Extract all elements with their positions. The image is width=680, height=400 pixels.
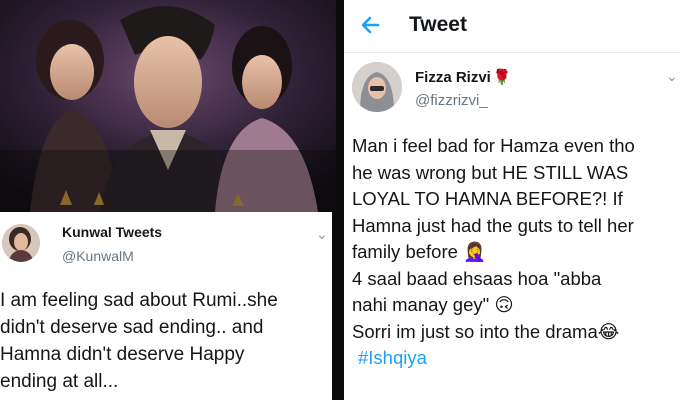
display-name-text: Fizza Rizvi bbox=[415, 69, 491, 86]
poster-illustration bbox=[0, 0, 336, 212]
page-title: Tweet bbox=[409, 13, 467, 36]
tweet-line: ending at all... bbox=[0, 371, 119, 392]
avatar[interactable] bbox=[352, 62, 402, 112]
tweet-line: 4 saal baad ehsaas hoa "abba bbox=[352, 267, 602, 289]
hashtag-line: #Ishqiya bbox=[352, 345, 680, 372]
display-name[interactable]: Kunwal Tweets bbox=[62, 224, 162, 240]
rose-emoji: 🌹 bbox=[492, 69, 512, 86]
left-panel: Kunwal Tweets @KunwalM ⌄ I am feeling sa… bbox=[0, 0, 336, 400]
display-name[interactable]: Fizza Rizvi 🌹 bbox=[415, 68, 512, 86]
arrow-left-icon-svg bbox=[361, 16, 380, 34]
panel-divider bbox=[336, 0, 344, 400]
chevron-down-icon[interactable]: ⌄ bbox=[316, 226, 328, 243]
drama-poster-image bbox=[0, 0, 336, 212]
tweet-line: he was wrong but HE STILL WAS bbox=[352, 161, 629, 183]
hashtag-link[interactable]: #Ishqiya bbox=[358, 347, 427, 368]
tweet-line: Hamna just had the guts to tell her bbox=[352, 214, 634, 236]
left-tweet-card[interactable]: Kunwal Tweets @KunwalM ⌄ I am feeling sa… bbox=[0, 212, 332, 400]
handle[interactable]: @fizzrizvi_ bbox=[415, 92, 488, 109]
tweet-line: family before 🤦‍♀️ bbox=[352, 241, 487, 262]
avatar-image bbox=[2, 224, 40, 262]
tweet-body: I am feeling sad about Rumi..she didn't … bbox=[0, 287, 330, 395]
tweet-line: LOYAL TO HAMNA BEFORE?! If bbox=[352, 188, 623, 209]
tweet-line: Hamna didn't deserve Happy bbox=[0, 344, 245, 365]
tweet-line: didn't deserve sad ending.. and bbox=[0, 317, 264, 338]
right-panel: Tweet Fizza Rizvi 🌹 @fizzrizvi_ ⌄ Man i f… bbox=[344, 0, 680, 400]
avatar[interactable] bbox=[2, 224, 40, 262]
tweet-line: Sorri im just so into the drama😂 bbox=[352, 320, 620, 342]
tweet-line: I am feeling sad about Rumi..she bbox=[0, 290, 278, 311]
tweet-line: Man i feel bad for Hamza even tho bbox=[352, 135, 635, 156]
handle[interactable]: @KunwalM bbox=[62, 248, 134, 264]
tweet-body: Man i feel bad for Hamza even tho he was… bbox=[352, 133, 680, 372]
arrow-left-icon[interactable] bbox=[358, 12, 384, 38]
chevron-down-icon[interactable]: ⌄ bbox=[666, 68, 678, 85]
avatar-image bbox=[352, 62, 402, 112]
tweet-line: nahi manay gey" 🙃 bbox=[352, 294, 514, 315]
tweet-header-bar: Tweet bbox=[344, 0, 680, 53]
